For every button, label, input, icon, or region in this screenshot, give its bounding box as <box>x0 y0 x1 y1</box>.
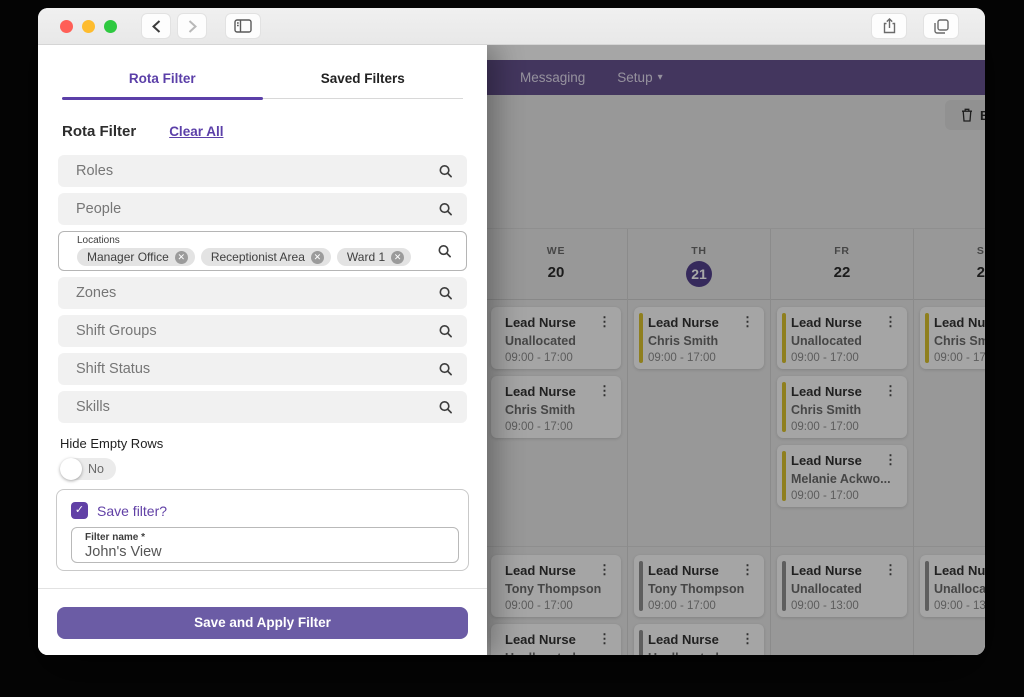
window-titlebar <box>38 8 985 45</box>
search-icon <box>438 202 453 217</box>
search-icon <box>438 400 453 415</box>
traffic-lights <box>60 19 117 33</box>
hide-empty-rows-toggle[interactable]: No <box>60 458 116 480</box>
search-icon <box>438 324 453 339</box>
panel-title: Rota Filter <box>62 123 137 140</box>
minimize-window-button[interactable] <box>82 19 95 33</box>
chip-label: Ward 1 <box>346 250 386 264</box>
chip-label: Manager Office <box>87 250 169 264</box>
toggle-sidebar-button[interactable] <box>225 13 261 39</box>
filter-field-label: People <box>76 201 122 217</box>
filter-field-label: Zones <box>76 285 117 301</box>
chip-label: Receptionist Area <box>210 250 305 264</box>
rota-filter-drawer: Rota Filter Saved Filters Rota Filter Cl… <box>38 45 487 655</box>
filter-field-label: Shift Groups <box>76 323 157 339</box>
save-filter-checkbox[interactable]: ✓ <box>71 502 88 519</box>
filter-chip: Manager Office ✕ <box>77 248 195 266</box>
share-icon <box>883 18 895 34</box>
sidebar-icon <box>234 19 252 33</box>
remove-chip-icon[interactable]: ✕ <box>310 250 324 264</box>
filter-name-input-value: John's View <box>85 544 162 560</box>
app-content: Messaging Setup ▾ B WE 20 Lead Nurse ⋮ U… <box>38 45 985 655</box>
save-filter-box: ✓ Save filter? Filter name * John's View <box>56 489 469 571</box>
share-button[interactable] <box>871 13 907 39</box>
tab-saved-filters[interactable]: Saved Filters <box>263 63 464 98</box>
filter-chip: Ward 1 ✕ <box>336 248 412 266</box>
toggle-value: No <box>88 462 104 476</box>
search-icon <box>438 286 453 301</box>
search-icon <box>438 164 453 179</box>
remove-chip-icon[interactable]: ✕ <box>391 250 405 264</box>
zoom-window-button[interactable] <box>104 19 117 33</box>
filter-field[interactable]: Locations Manager Office ✕ Receptionist … <box>58 231 467 271</box>
save-filter-label: Save filter? <box>97 502 168 519</box>
filter-field[interactable]: Skills <box>58 391 467 423</box>
toggle-knob <box>60 458 82 480</box>
clear-all-link[interactable]: Clear All <box>169 124 223 139</box>
tab-overview-button[interactable] <box>923 13 959 39</box>
chevron-left-icon <box>151 19 160 33</box>
filter-field-label: Shift Status <box>76 361 151 377</box>
filter-field[interactable]: People <box>58 193 467 225</box>
filter-field-label: Skills <box>76 399 110 415</box>
filter-chip: Receptionist Area ✕ <box>200 248 331 266</box>
filter-name-input-label: Filter name * <box>85 532 146 543</box>
forward-button[interactable] <box>177 13 207 39</box>
close-window-button[interactable] <box>60 19 73 33</box>
chevron-right-icon <box>188 19 197 33</box>
filter-field-content: Locations Manager Office ✕ Receptionist … <box>77 235 412 266</box>
search-icon <box>438 362 453 377</box>
back-button[interactable] <box>141 13 171 39</box>
filter-field[interactable]: Roles <box>58 155 467 187</box>
tabs-icon <box>933 18 949 34</box>
filter-name-input[interactable]: Filter name * John's View <box>71 527 459 563</box>
drawer-footer: Save and Apply Filter <box>38 588 487 655</box>
remove-chip-icon[interactable]: ✕ <box>174 250 188 264</box>
filter-field-label: Roles <box>76 163 114 179</box>
tab-rota-filter[interactable]: Rota Filter <box>62 63 263 100</box>
filter-chips: Manager Office ✕ Receptionist Area ✕ War… <box>77 248 412 266</box>
filter-field[interactable]: Shift Groups <box>58 315 467 347</box>
filter-field[interactable]: Zones <box>58 277 467 309</box>
drawer-tabs: Rota Filter Saved Filters <box>62 63 464 100</box>
filter-field-mini-label: Locations <box>77 235 120 246</box>
save-and-apply-button[interactable]: Save and Apply Filter <box>57 607 468 639</box>
app-window: Messaging Setup ▾ B WE 20 Lead Nurse ⋮ U… <box>38 8 985 655</box>
filter-field[interactable]: Shift Status <box>58 353 467 385</box>
search-icon <box>437 244 452 259</box>
filter-fields: Roles People Locations Manager Office ✕ … <box>58 155 467 423</box>
hide-empty-rows-label: Hide Empty Rows <box>60 436 164 451</box>
